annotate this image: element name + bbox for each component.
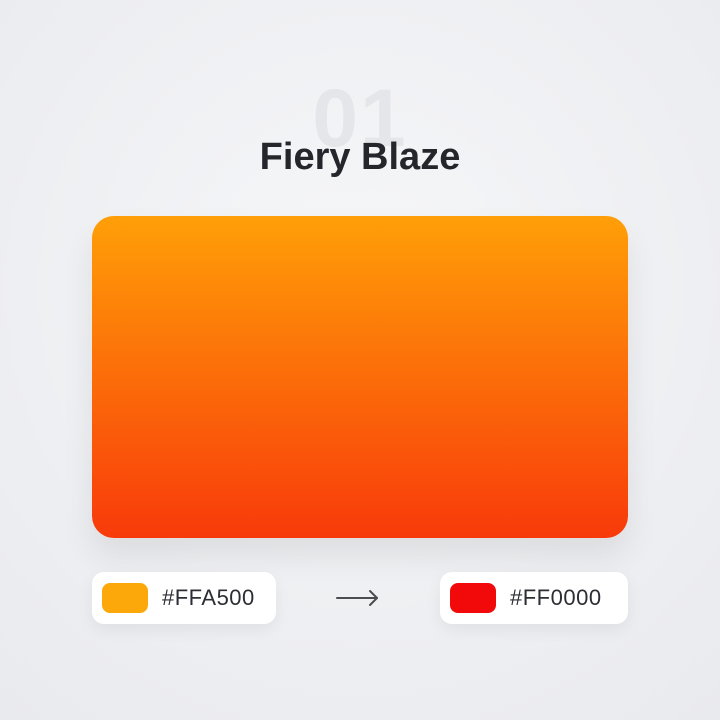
end-color-chip[interactable]: #FF0000 (440, 572, 628, 624)
arrow-right-icon (336, 590, 378, 606)
end-color-hex: #FF0000 (510, 585, 602, 610)
end-color-swatch (450, 583, 496, 613)
gradient-preview (92, 216, 628, 538)
start-color-chip[interactable]: #FFA500 (92, 572, 276, 624)
palette-title: Fiery Blaze (259, 136, 461, 178)
start-color-hex: #FFA500 (162, 585, 255, 610)
gradient-palette-card: 01 Fiery Blaze #FFA500 #FF0000 (0, 0, 720, 720)
start-color-swatch (102, 583, 148, 613)
